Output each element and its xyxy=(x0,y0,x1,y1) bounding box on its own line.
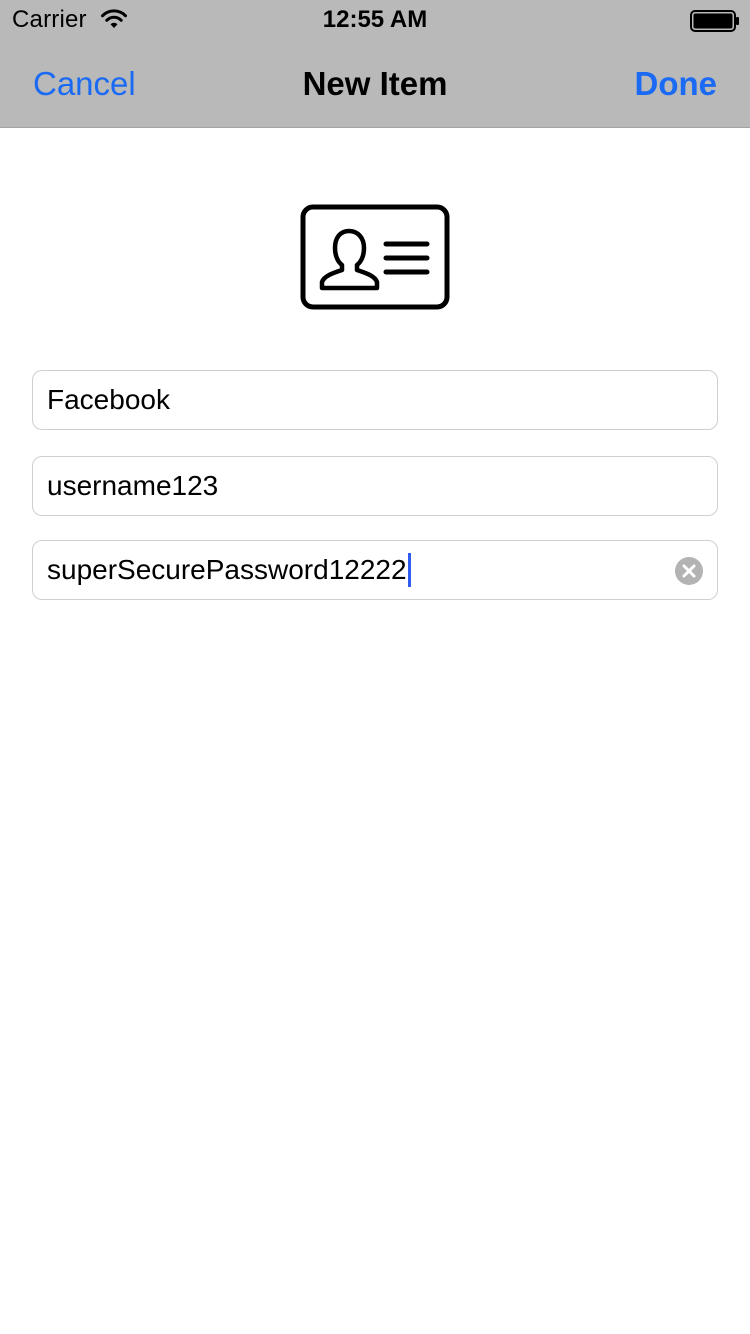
status-bar: Carrier 12:55 AM xyxy=(0,0,750,40)
username-field-value: username123 xyxy=(47,470,219,501)
username-field[interactable]: username123 xyxy=(32,456,718,516)
new-item-screen: Carrier 12:55 AM Cancel New Item Done Fa… xyxy=(0,0,750,1334)
password-field-value: superSecurePassword12222 xyxy=(47,554,407,585)
password-field-text: superSecurePassword12222 xyxy=(47,541,411,599)
clear-icon[interactable] xyxy=(675,557,703,585)
done-button[interactable]: Done xyxy=(635,64,718,104)
name-field-value: Facebook xyxy=(47,384,170,415)
text-cursor xyxy=(407,552,411,587)
battery-icon xyxy=(690,10,740,32)
status-time: 12:55 AM xyxy=(322,6,428,33)
name-field[interactable]: Facebook xyxy=(32,370,718,430)
cancel-button[interactable]: Cancel xyxy=(33,64,136,104)
contact-card-icon xyxy=(300,204,450,310)
top-bar: Carrier 12:55 AM Cancel New Item Done xyxy=(0,0,750,128)
password-field[interactable]: superSecurePassword12222 xyxy=(32,540,718,600)
navigation-bar: Cancel New Item Done xyxy=(0,40,750,128)
